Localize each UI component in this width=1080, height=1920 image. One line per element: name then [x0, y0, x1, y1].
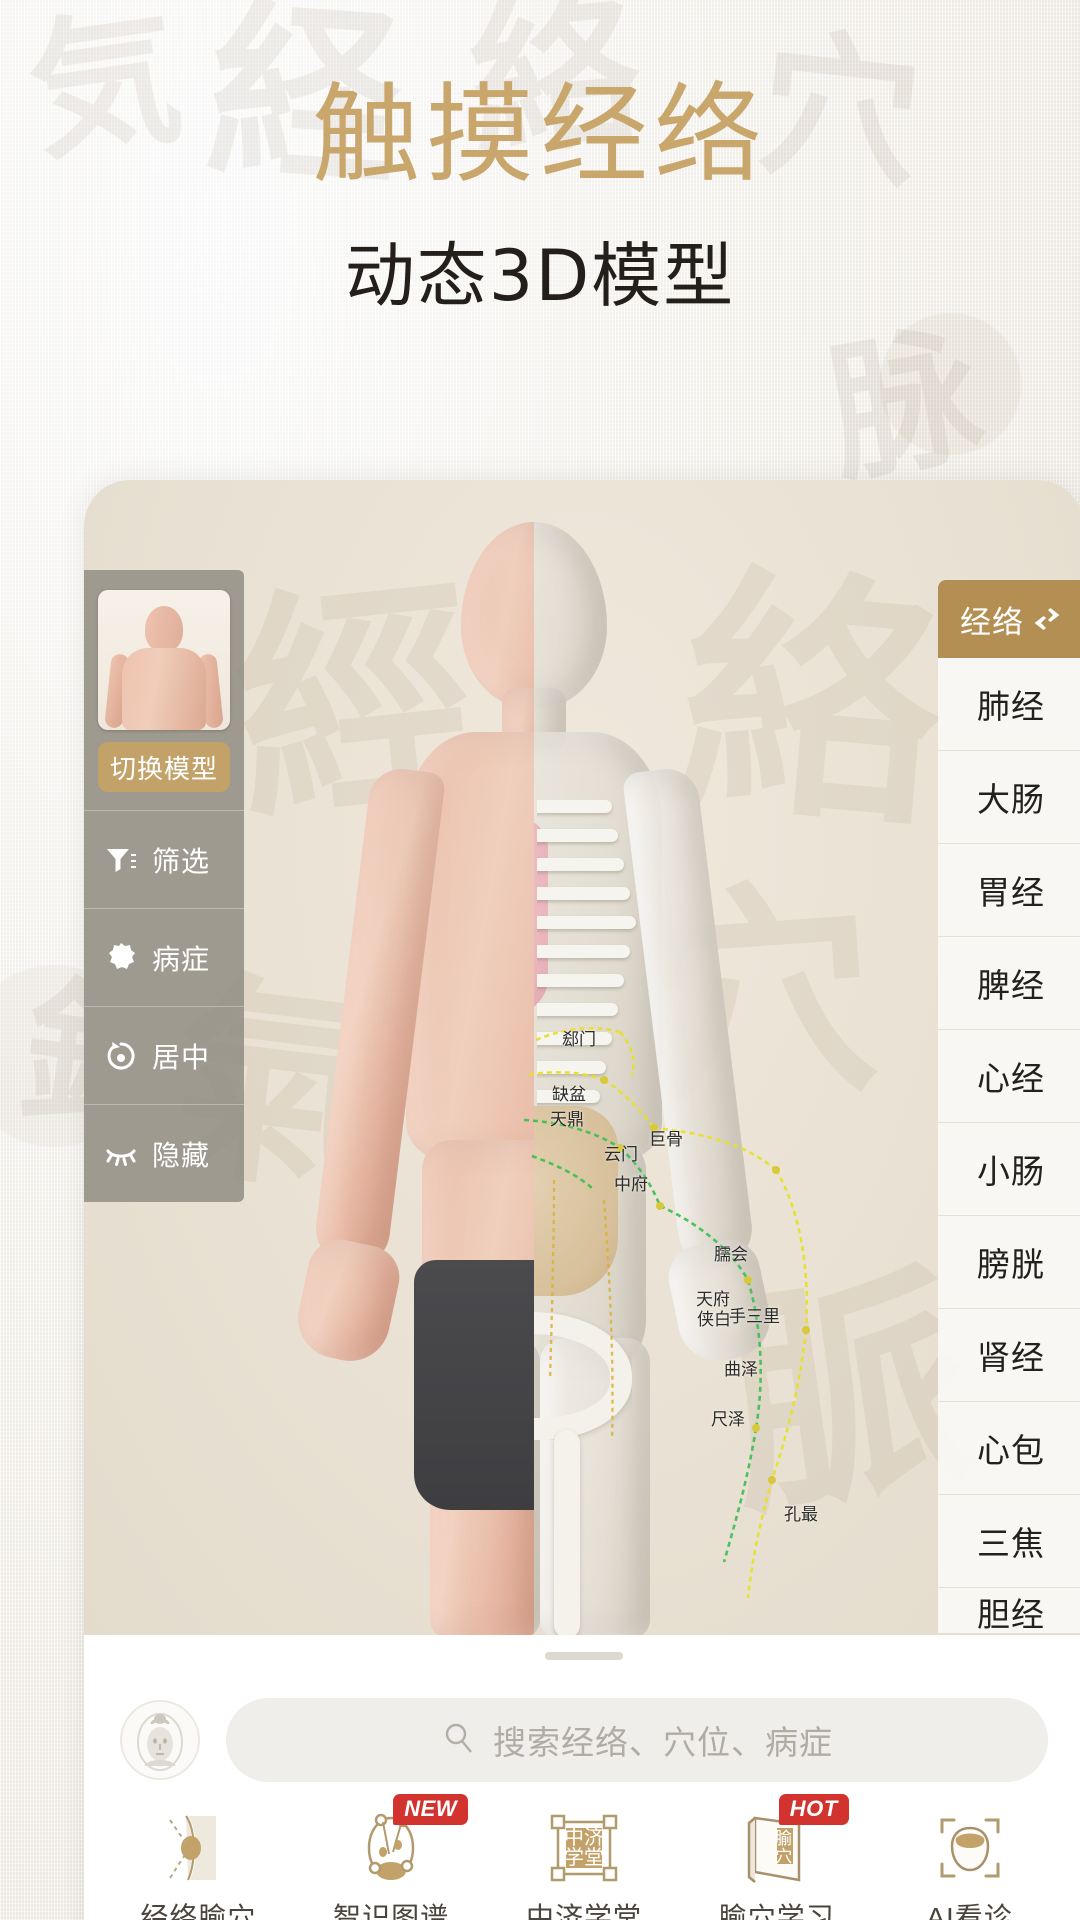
- search-row: 搜索经络、穴位、病症: [84, 1680, 1080, 1800]
- nav-item-3[interactable]: 中济学堂 中济学堂: [494, 1806, 674, 1920]
- swap-arrows-icon: [1032, 608, 1062, 630]
- filter-icon: [104, 843, 138, 877]
- nav-item-label: 腧穴学习: [718, 1902, 835, 1920]
- nav-item-label: 中济学堂: [525, 1902, 642, 1920]
- meridian-item-小肠[interactable]: 小肠: [938, 1123, 1080, 1216]
- bottom-navigation: 经络腧穴 NEW 智识图谱 中济学堂 中济学堂 腧穴 HOT 腧穴学习 AI看诊: [84, 1794, 1080, 1920]
- recenter-icon: [104, 1039, 138, 1073]
- tongue-scan-icon: [928, 1806, 1012, 1890]
- meridian-item-心包[interactable]: 心包: [938, 1402, 1080, 1495]
- nav-badge: NEW: [393, 1794, 469, 1826]
- rail-item-label: 居中: [152, 1041, 211, 1073]
- acupoint-label[interactable]: 缺盆: [552, 1080, 586, 1105]
- meridian-panel-header[interactable]: 经络: [938, 580, 1080, 658]
- app-screenshot-card: 經絡穴氣脈 缺盆 天鼎 云门 中府 巨骨 臑会 天府 侠白 手三里 曲泽 尺泽 …: [84, 480, 1080, 1920]
- left-tool-rail[interactable]: 切换模型 筛选病 病症居中隐藏: [84, 570, 244, 1202]
- nav-item-4[interactable]: 腧穴 HOT 腧穴学习: [687, 1794, 867, 1920]
- rail-item-label: 筛选: [152, 845, 211, 877]
- rail-item-4[interactable]: 隐藏: [84, 1104, 244, 1202]
- nav-item-2[interactable]: NEW 智识图谱: [301, 1794, 481, 1920]
- nav-item-1[interactable]: 经络腧穴: [108, 1806, 288, 1920]
- page-title: 触摸经络: [311, 73, 768, 198]
- nav-item-label: AI看诊: [926, 1902, 1013, 1920]
- avatar[interactable]: [120, 1700, 200, 1780]
- model-viewport[interactable]: 經絡穴氣脈 缺盆 天鼎 云门 中府 巨骨 臑会 天府 侠白 手三里 曲泽 尺泽 …: [84, 480, 1080, 1635]
- acupoint-skin-icon: [156, 1806, 240, 1890]
- rail-item-list: 筛选病 病症居中隐藏: [84, 810, 244, 1202]
- page-subtitle: 动态3D模型: [344, 235, 736, 318]
- search-icon: [441, 1720, 477, 1761]
- thumbnail-body: [122, 648, 206, 730]
- meridian-item-胃经[interactable]: 胃经: [938, 844, 1080, 937]
- nav-item-label: 经络腧穴: [140, 1902, 257, 1920]
- academy-plate-text: 中济学堂: [563, 1827, 604, 1869]
- acupoint-label[interactable]: 侠白: [697, 1305, 731, 1330]
- rail-item-1[interactable]: 筛选: [84, 810, 244, 908]
- switch-model-button[interactable]: 切换模型: [98, 742, 230, 792]
- nav-item-label: 智识图谱: [333, 1902, 450, 1920]
- hide-eye-icon: [104, 1137, 138, 1171]
- meridian-item-大肠[interactable]: 大肠: [938, 751, 1080, 844]
- rail-item-3[interactable]: 居中: [84, 1006, 244, 1104]
- acupoint-label[interactable]: 中府: [614, 1170, 648, 1195]
- meridian-header-label: 经络: [960, 604, 1024, 640]
- acupoint-label[interactable]: 孔最: [784, 1500, 818, 1525]
- model-switcher-block: 切换模型: [84, 570, 244, 810]
- meridian-item-胆经[interactable]: 胆经: [938, 1588, 1080, 1634]
- meridian-item-肾经[interactable]: 肾经: [938, 1309, 1080, 1402]
- meridian-item-膀胱[interactable]: 膀胱: [938, 1216, 1080, 1309]
- book-spine-text: 腧穴: [775, 1829, 793, 1866]
- meridian-item-脾经[interactable]: 脾经: [938, 937, 1080, 1030]
- thumbnail-head: [145, 606, 183, 652]
- disease-icon: 病: [104, 941, 138, 975]
- acupoint-label[interactable]: 手三里: [729, 1302, 780, 1327]
- femur-bone: [554, 1430, 580, 1635]
- rail-item-label: 病症: [152, 943, 211, 975]
- model-hand-left-skin: [290, 1233, 406, 1369]
- nav-badge: HOT: [778, 1794, 849, 1826]
- avatar-icon: [137, 1713, 183, 1771]
- acupoint-label[interactable]: 臑会: [714, 1240, 748, 1265]
- acupoint-label[interactable]: 尺泽: [711, 1405, 745, 1430]
- search-placeholder: 搜索经络、穴位、病症: [493, 1724, 833, 1761]
- rail-item-label: 隐藏: [152, 1139, 211, 1171]
- model-thumbnail[interactable]: [98, 590, 230, 730]
- svg-text:病: 病: [114, 952, 128, 967]
- acupoint-label[interactable]: 云门: [604, 1140, 638, 1165]
- acupoint-label[interactable]: 曲泽: [724, 1355, 758, 1380]
- meridian-item-三焦[interactable]: 三焦: [938, 1495, 1080, 1588]
- human-body-model[interactable]: [254, 500, 814, 1635]
- hero-heading-block: 触摸经络 动态3D模型: [0, 73, 1080, 321]
- acupoint-label[interactable]: 天鼎: [550, 1105, 584, 1130]
- meridian-item-肺经[interactable]: 肺经: [938, 658, 1080, 751]
- sheet-drag-handle[interactable]: [545, 1652, 623, 1660]
- acupoint-label[interactable]: 郄门: [562, 1025, 596, 1050]
- rail-item-2[interactable]: 病 病症: [84, 908, 244, 1006]
- nav-item-5[interactable]: AI看诊: [880, 1806, 1060, 1920]
- meridian-panel[interactable]: 经络 肺经 大肠 胃经 脾经 心经 小肠 膀胱 肾经 心包 三焦 胆经: [938, 580, 1080, 1634]
- meridian-item-心经[interactable]: 心经: [938, 1030, 1080, 1123]
- acupoint-label[interactable]: 巨骨: [649, 1125, 683, 1150]
- meridian-list: 肺经 大肠 胃经 脾经 心经 小肠 膀胱 肾经 心包 三焦 胆经: [938, 658, 1080, 1634]
- search-input[interactable]: 搜索经络、穴位、病症: [226, 1698, 1048, 1782]
